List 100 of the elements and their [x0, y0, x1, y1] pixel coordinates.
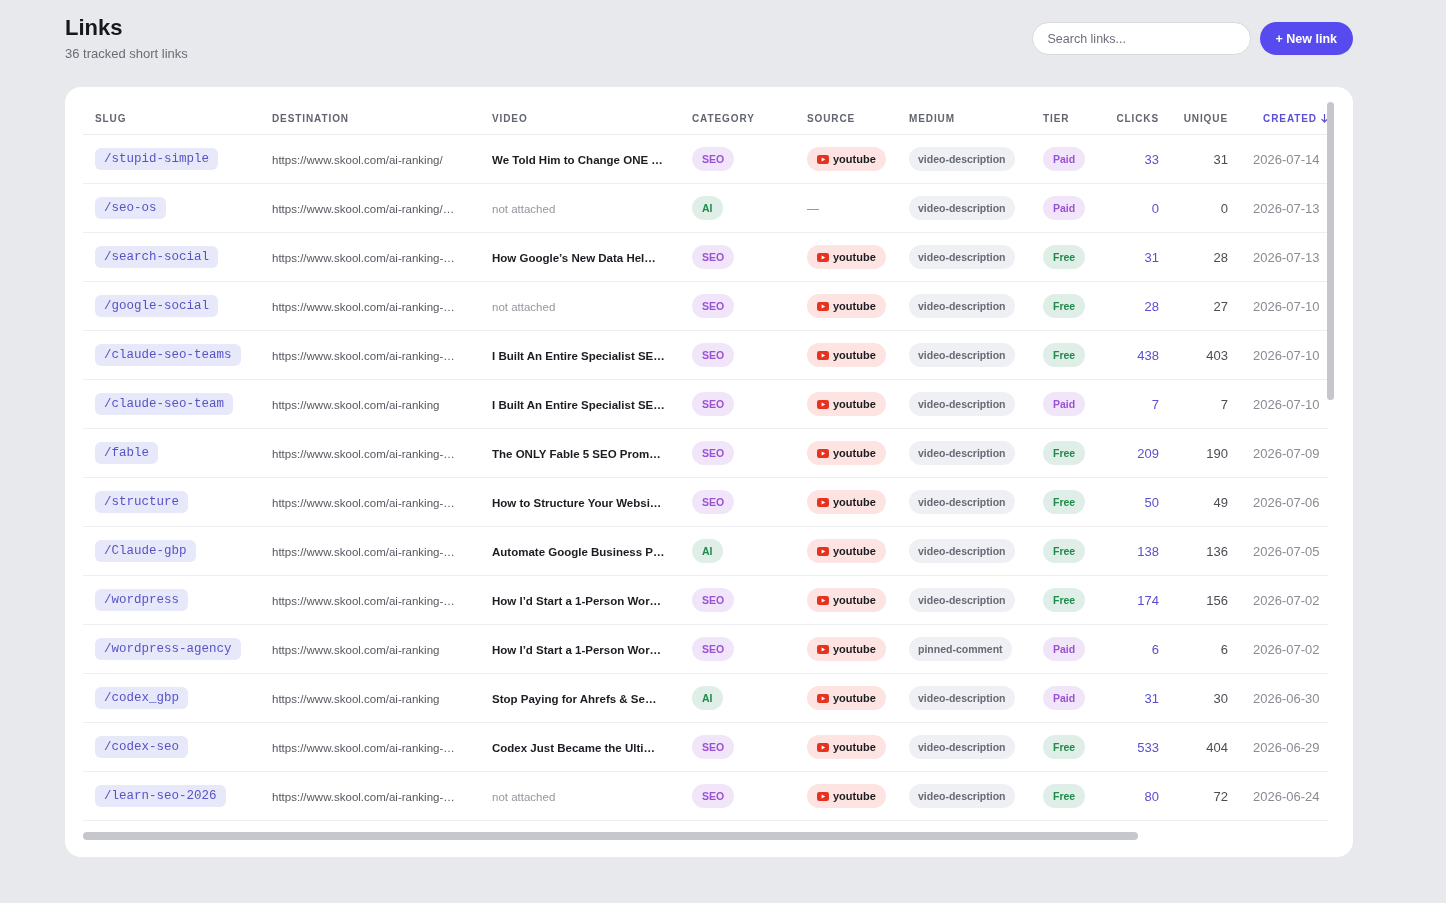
clicks-count: 174: [1137, 593, 1159, 608]
category-tag: AI: [692, 686, 723, 710]
destination-url: https://www.skool.com/ai-ranking/…: [272, 203, 455, 215]
unique-count: 156: [1206, 593, 1228, 608]
page-title: Links: [65, 14, 124, 42]
play-icon: [817, 301, 829, 311]
category-tag: SEO: [692, 784, 735, 808]
tier-tag: Paid: [1043, 686, 1086, 710]
tier-tag: Paid: [1043, 637, 1086, 661]
medium-tag: video-description: [909, 490, 1015, 514]
horizontal-scrollbar[interactable]: [83, 832, 1138, 840]
created-date: 2026-07-10: [1253, 299, 1320, 314]
clicks-count: 28: [1144, 299, 1159, 314]
created-date: 2026-07-10: [1253, 348, 1320, 363]
video-title: How I’d Start a 1-Person Wor…: [492, 595, 662, 607]
unique-count: 28: [1213, 250, 1228, 265]
destination-url: https://www.skool.com/ai-ranking-…: [272, 350, 455, 362]
source-label: youtube: [833, 643, 876, 655]
sort-arrow-icon: [1321, 114, 1328, 123]
video-title: The ONLY Fable 5 SEO Prom…: [492, 448, 661, 460]
unique-count: 404: [1206, 740, 1228, 755]
column-header[interactable]: CLICKS: [1116, 113, 1159, 124]
video-title: Codex Just Became the Ulti…: [492, 742, 655, 754]
unique-count: 190: [1206, 446, 1228, 461]
column-header[interactable]: UNIQUE: [1183, 113, 1228, 124]
created-date: 2026-07-13: [1253, 201, 1320, 216]
medium-tag: video-description: [909, 588, 1015, 612]
source-label: youtube: [833, 692, 876, 704]
medium-tag: video-description: [909, 147, 1015, 171]
column-header[interactable]: SLUG: [95, 113, 127, 124]
created-date: 2026-07-02: [1253, 593, 1320, 608]
category-tag: SEO: [692, 294, 735, 318]
source-label: youtube: [833, 251, 876, 263]
column-header[interactable]: CATEGORY: [692, 113, 755, 124]
play-icon: [817, 693, 829, 703]
tier-tag: Paid: [1043, 196, 1086, 220]
play-icon: [817, 350, 829, 360]
slug-tag: /Claude-gbp: [95, 540, 196, 562]
tier-tag: Free: [1043, 441, 1086, 465]
slug-tag: /codex-seo: [95, 736, 188, 758]
unique-count: 403: [1206, 348, 1228, 363]
destination-url: https://www.skool.com/ai-ranking-…: [272, 546, 455, 558]
play-icon: [817, 399, 829, 409]
tier-tag: Free: [1043, 343, 1086, 367]
destination-url: https://www.skool.com/ai-ranking: [272, 399, 440, 411]
destination-url: https://www.skool.com/ai-ranking: [272, 644, 440, 656]
tier-tag: Free: [1043, 245, 1086, 269]
empty-source: —: [807, 202, 819, 216]
tier-tag: Free: [1043, 294, 1086, 318]
slug-tag: /google-social: [95, 295, 219, 317]
play-icon: [817, 546, 829, 556]
tier-tag: Free: [1043, 539, 1086, 563]
category-tag: SEO: [692, 245, 735, 269]
video-title: How Google’s New Data Hel…: [492, 252, 656, 264]
slug-tag: /search-social: [95, 246, 219, 268]
medium-tag: video-description: [909, 784, 1015, 808]
unique-count: 6: [1220, 642, 1228, 657]
slug-tag: /stupid-simple: [95, 148, 219, 170]
created-date: 2026-07-14: [1253, 152, 1320, 167]
created-date: 2026-07-13: [1253, 250, 1320, 265]
source-label: youtube: [833, 300, 876, 312]
clicks-count: 209: [1137, 446, 1159, 461]
column-header[interactable]: CREATED: [1263, 113, 1328, 124]
play-icon: [817, 791, 829, 801]
destination-url: https://www.skool.com/ai-ranking-…: [272, 742, 455, 754]
column-header[interactable]: TIER: [1043, 113, 1070, 124]
video-title: We Told Him to Change ONE …: [492, 154, 663, 166]
column-header[interactable]: MEDIUM: [909, 113, 955, 124]
video-title: I Built An Entire Specialist SE…: [492, 350, 665, 362]
category-tag: AI: [692, 196, 723, 220]
source-label: youtube: [833, 398, 876, 410]
unique-count: 31: [1213, 152, 1228, 167]
video-title: How I’d Start a 1-Person Wor…: [492, 644, 662, 656]
unique-count: 7: [1220, 397, 1228, 412]
column-header[interactable]: SOURCE: [807, 113, 856, 124]
video-title: How to Structure Your Websi…: [492, 497, 662, 509]
column-header[interactable]: VIDEO: [492, 113, 528, 124]
source-label: youtube: [833, 447, 876, 459]
destination-url: https://www.skool.com/ai-ranking/: [272, 154, 443, 166]
source-label: youtube: [833, 790, 876, 802]
slug-tag: /wordpress-agency: [95, 638, 241, 660]
destination-url: https://www.skool.com/ai-ranking-…: [272, 301, 455, 313]
destination-url: https://www.skool.com/ai-ranking-…: [272, 252, 455, 264]
search-field[interactable]: Search links...: [1031, 22, 1251, 55]
play-icon: [817, 252, 829, 262]
medium-tag: video-description: [909, 392, 1015, 416]
category-tag: SEO: [692, 735, 735, 759]
new-link-button[interactable]: + New link: [1259, 22, 1353, 55]
clicks-count: 31: [1144, 691, 1159, 706]
column-header[interactable]: DESTINATION: [272, 113, 349, 124]
category-tag: SEO: [692, 490, 735, 514]
medium-tag: pinned-comment: [909, 637, 1012, 661]
category-tag: SEO: [692, 392, 735, 416]
source-label: youtube: [833, 349, 876, 361]
clicks-count: 80: [1144, 789, 1159, 804]
vertical-scrollbar[interactable]: [1327, 102, 1334, 400]
clicks-count: 31: [1144, 250, 1159, 265]
destination-url: https://www.skool.com/ai-ranking: [272, 693, 440, 705]
play-icon: [817, 595, 829, 605]
video-title: Stop Paying for Ahrefs & Se…: [492, 693, 657, 705]
